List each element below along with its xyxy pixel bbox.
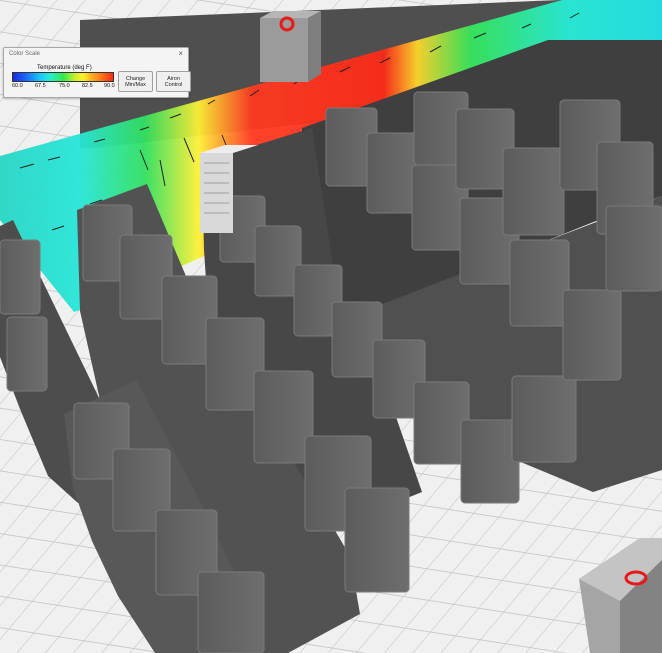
tick-label: 82.5 bbox=[82, 83, 93, 89]
cooling-unit-back bbox=[260, 11, 321, 82]
color-scale-panel: Color Scale × Temperature (deg F) 60.0 6… bbox=[3, 47, 191, 98]
temperature-label: Temperature (deg F) bbox=[37, 65, 92, 71]
airon-control-button[interactable]: Airon Control bbox=[156, 71, 191, 92]
close-icon[interactable]: × bbox=[178, 49, 183, 59]
tick-label: 90.0 bbox=[104, 83, 115, 89]
tick-label: 60.0 bbox=[12, 83, 23, 89]
temperature-gradient-bar bbox=[12, 72, 114, 82]
tick-label: 67.5 bbox=[35, 83, 46, 89]
3d-data-center-viewport[interactable]: Color Scale × Temperature (deg F) 60.0 6… bbox=[0, 0, 662, 653]
tick-label: 75.0 bbox=[59, 83, 70, 89]
panel-title: Color Scale bbox=[9, 51, 41, 57]
change-min-max-button[interactable]: Change Min/Max bbox=[118, 71, 153, 92]
